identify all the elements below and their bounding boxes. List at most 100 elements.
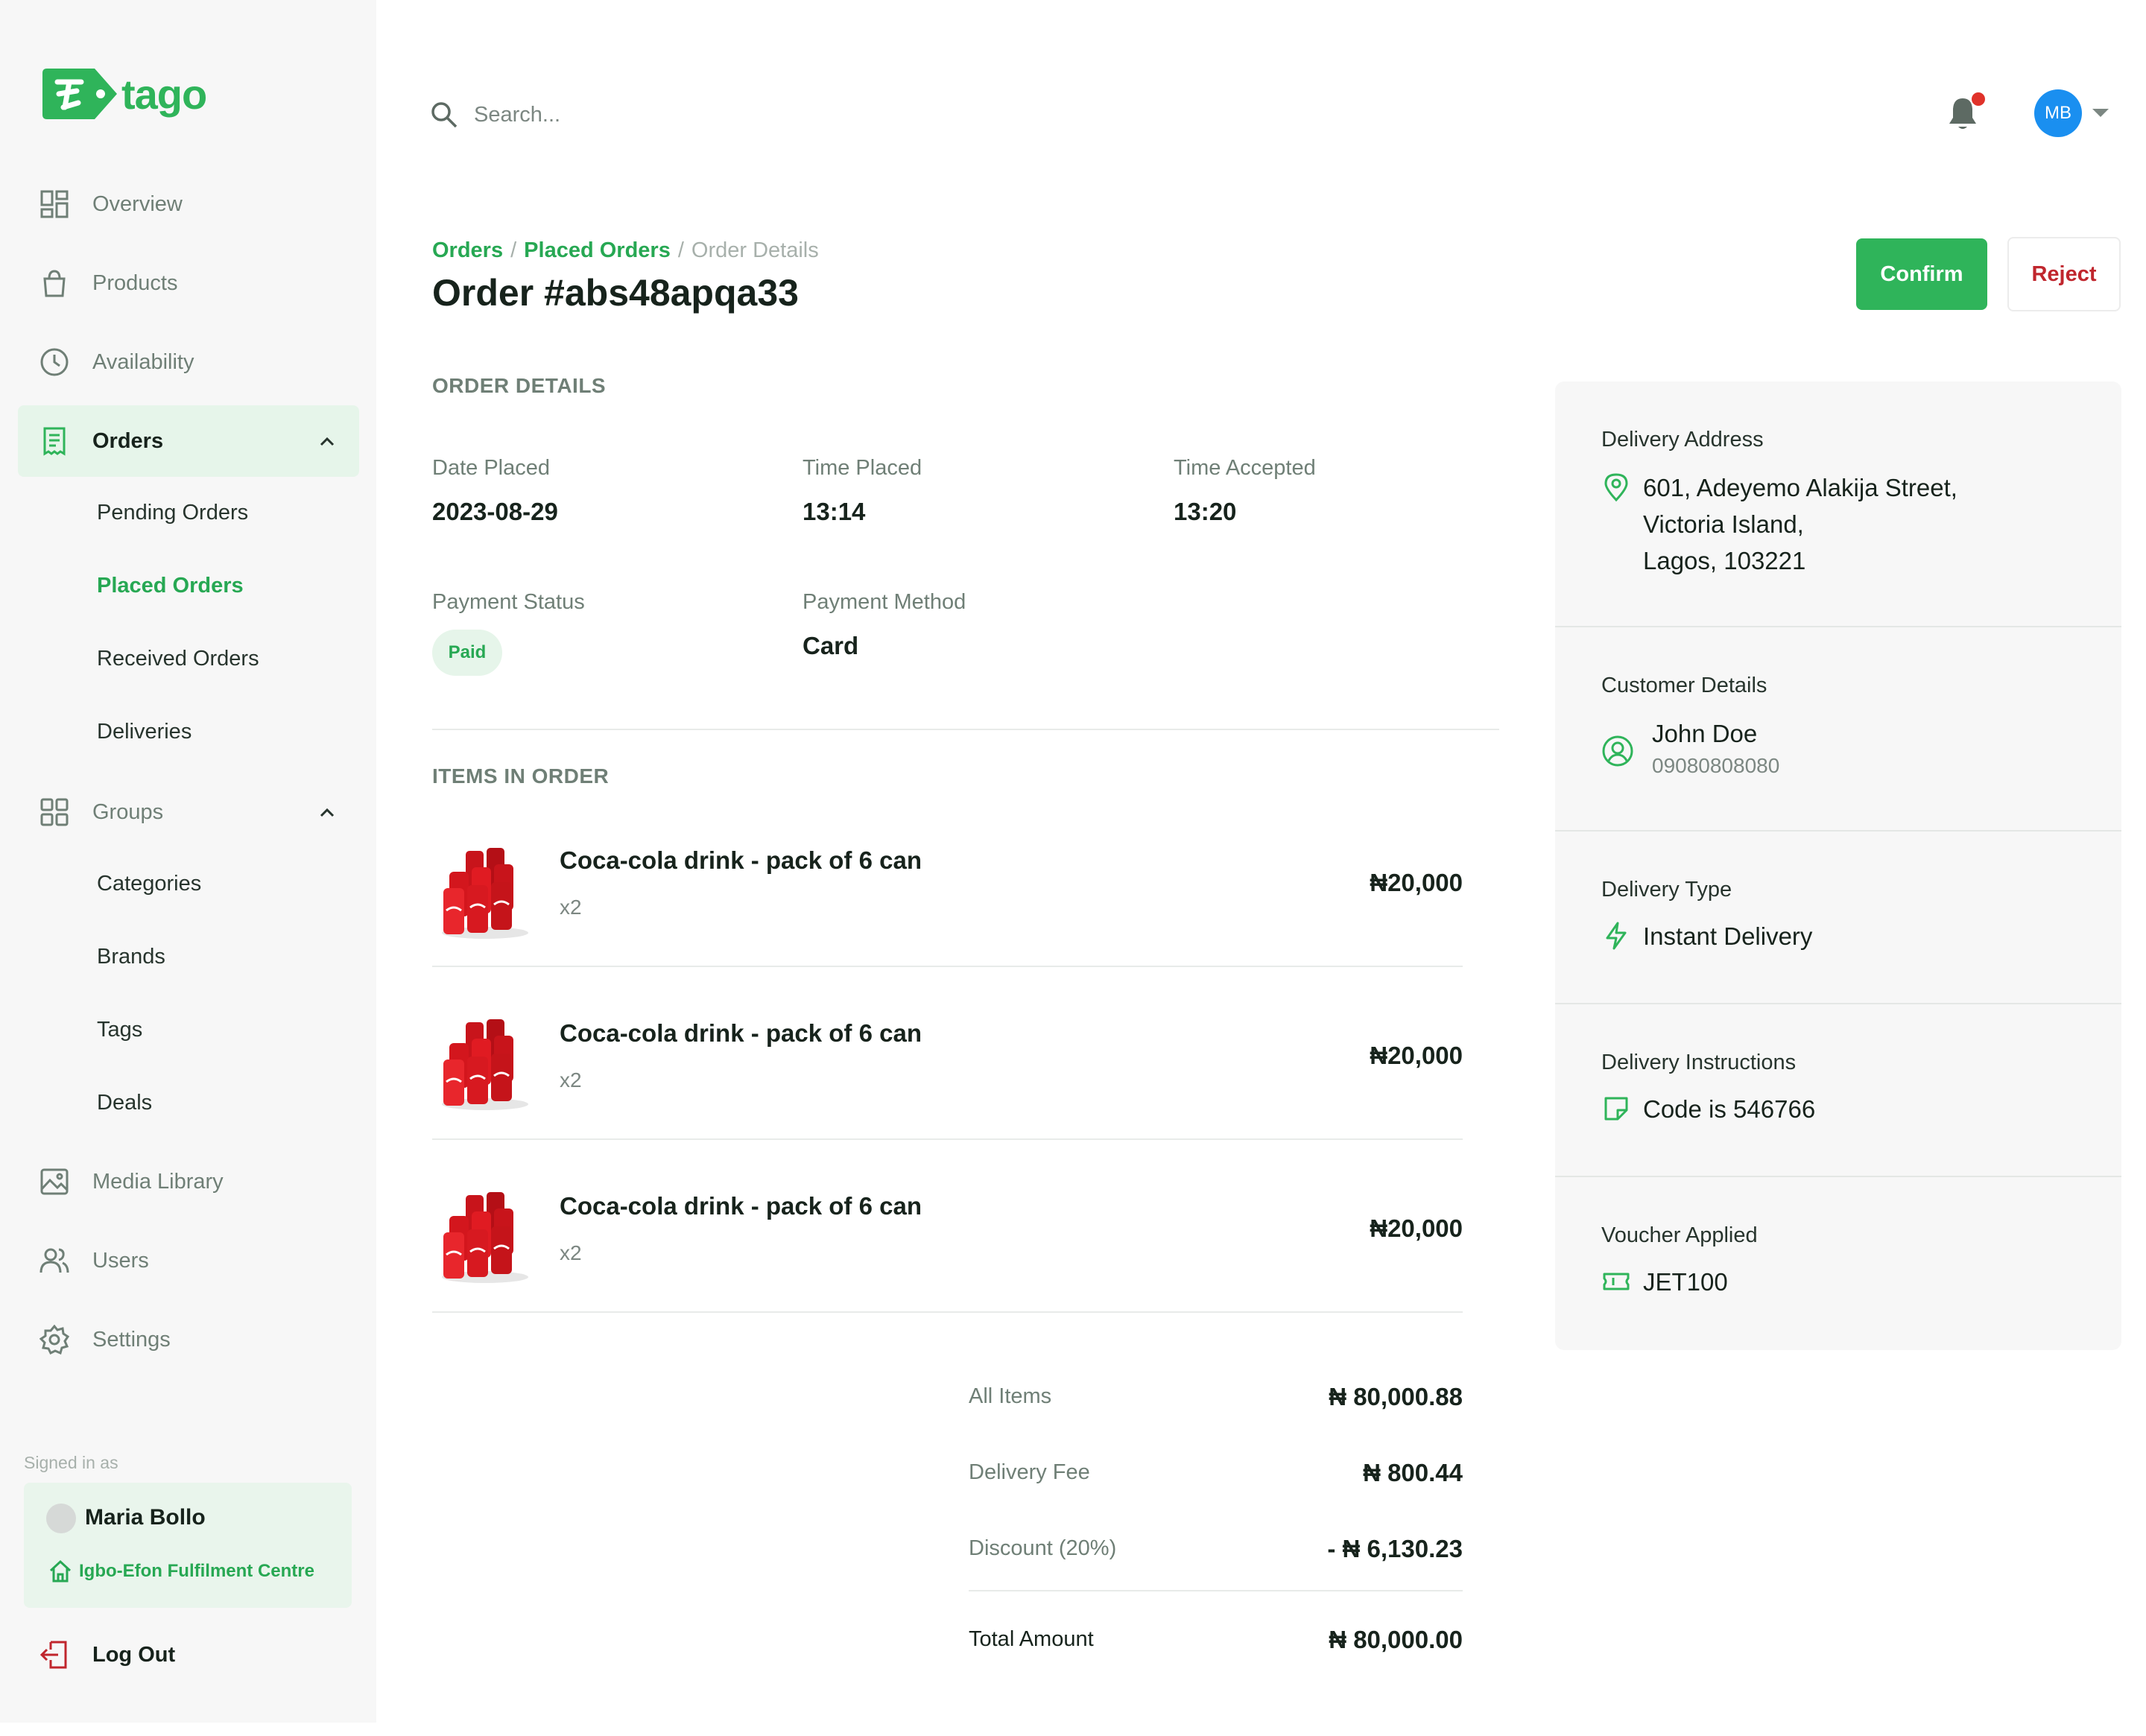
breadcrumb-current: Order Details [691, 238, 819, 262]
item-quantity: x2 [560, 896, 582, 919]
payment-status-label: Payment Status [432, 590, 585, 614]
delivery-address-line1: 601, Adeyemo Alakija Street, [1643, 474, 1957, 501]
breadcrumb: Orders / Placed Orders / Order Details [432, 238, 819, 263]
product-image [442, 1192, 528, 1283]
total-amount-label: Total Amount [969, 1627, 1094, 1651]
delivery-address-line3: Lagos, 103221 [1643, 547, 1806, 574]
sidebar-item-label: Users [92, 1248, 149, 1273]
payment-method-value: Card [803, 632, 859, 659]
sidebar-subitem-deliveries[interactable]: Deliveries [97, 720, 192, 744]
sidebar-item-availability[interactable]: Availability [18, 326, 359, 398]
search-icon[interactable] [429, 100, 459, 130]
breadcrumb-separator: / [510, 238, 517, 262]
sidebar-item-label: Orders [92, 428, 164, 453]
items-heading: ITEMS IN ORDER [432, 764, 610, 788]
delivery-address-label: Delivery Address [1601, 428, 1764, 452]
receipt-icon [39, 425, 70, 457]
breadcrumb-placed-orders[interactable]: Placed Orders [524, 238, 671, 263]
sidebar-item-media-library[interactable]: Media Library [18, 1146, 359, 1217]
sidebar-item-products[interactable]: Products [18, 247, 359, 319]
delivery-address-line2: Victoria Island, [1643, 510, 1804, 538]
sidebar-subitem-received-orders[interactable]: Received Orders [97, 647, 259, 671]
product-image [442, 1019, 528, 1110]
section-divider [432, 729, 1499, 730]
time-placed-value: 13:14 [803, 498, 866, 525]
sidebar-subitem-categories[interactable]: Categories [97, 872, 201, 896]
date-placed-value: 2023-08-29 [432, 498, 558, 525]
note-icon [1604, 1097, 1628, 1121]
row-divider [432, 1311, 1463, 1313]
row-divider [432, 966, 1463, 967]
brand-logo[interactable]: tago [42, 69, 207, 119]
shopping-bag-icon [39, 267, 70, 299]
date-placed-label: Date Placed [432, 456, 550, 480]
image-icon [39, 1166, 70, 1197]
location-pin-icon [1604, 473, 1628, 502]
status-badge: Paid [432, 630, 502, 676]
user-name: Maria Bollo [85, 1505, 206, 1530]
totals-divider [969, 1590, 1463, 1591]
logout-icon [39, 1641, 67, 1669]
fulfilment-centre-name: Igbo-Efon Fulfilment Centre [79, 1561, 314, 1581]
confirm-button[interactable]: Confirm [1856, 238, 1987, 310]
row-divider [432, 1138, 1463, 1140]
tago-logo-icon [42, 69, 117, 119]
voucher-applied-label: Voucher Applied [1601, 1223, 1758, 1247]
customer-name: John Doe [1652, 720, 1758, 747]
item-name: Coca-cola drink - pack of 6 can [560, 1192, 922, 1220]
chevron-up-icon[interactable] [317, 432, 337, 452]
sidebar-subitem-brands[interactable]: Brands [97, 945, 165, 969]
payment-method-label: Payment Method [803, 590, 966, 614]
page-title: Order #abs48apqa33 [432, 272, 799, 314]
avatar [46, 1504, 76, 1533]
delivery-instructions-value: Code is 546766 [1643, 1095, 1816, 1123]
delivery-instructions-label: Delivery Instructions [1601, 1051, 1797, 1074]
sidebar-item-orders[interactable]: Orders [18, 405, 359, 477]
sidebar-subitem-placed-orders[interactable]: Placed Orders [97, 574, 244, 598]
sidebar-item-groups[interactable]: Groups [18, 776, 359, 848]
time-accepted-value: 13:20 [1174, 498, 1237, 525]
sidebar-item-label: Settings [92, 1327, 171, 1352]
sidebar-item-settings[interactable]: Settings [18, 1304, 359, 1375]
item-name: Coca-cola drink - pack of 6 can [560, 846, 922, 874]
delivery-type-value: Instant Delivery [1643, 922, 1813, 950]
logout-button[interactable]: Log Out [39, 1639, 175, 1670]
user-circle-icon [1602, 735, 1633, 767]
dashboard-icon [39, 189, 70, 220]
fulfilment-centre: Igbo-Efon Fulfilment Centre [48, 1559, 314, 1584]
voucher-code: JET100 [1643, 1268, 1728, 1296]
customer-details-label: Customer Details [1601, 674, 1767, 697]
panel-divider [1555, 830, 2121, 831]
user-card: Maria Bollo Igbo-Efon Fulfilment Centre [24, 1483, 352, 1608]
time-accepted-label: Time Accepted [1174, 456, 1316, 480]
sidebar-item-label: Availability [92, 349, 194, 374]
sidebar-item-label: Overview [92, 191, 183, 216]
caret-down-icon[interactable] [2092, 109, 2109, 117]
reject-button[interactable]: Reject [2007, 237, 2121, 311]
sidebar-subitem-deals[interactable]: Deals [97, 1091, 152, 1115]
signed-in-label: Signed in as [24, 1453, 118, 1472]
user-avatar-button[interactable]: MB [2034, 89, 2082, 137]
panel-divider [1555, 626, 2121, 627]
item-price: ₦20,000 [1370, 869, 1463, 896]
app-root: tago Overview Products Availability Orde… [0, 0, 2146, 1736]
item-quantity: x2 [560, 1241, 582, 1264]
all-items-value: ₦ 80,000.88 [1329, 1383, 1463, 1410]
clock-icon [39, 346, 70, 378]
discount-label: Discount (20%) [969, 1536, 1117, 1560]
sidebar-item-overview[interactable]: Overview [18, 168, 359, 240]
grid-icon [39, 796, 70, 828]
breadcrumb-separator: / [677, 238, 684, 262]
sidebar-item-users[interactable]: Users [18, 1225, 359, 1296]
search-input[interactable] [474, 102, 846, 127]
breadcrumb-orders[interactable]: Orders [432, 238, 503, 263]
chevron-up-icon[interactable] [317, 803, 337, 823]
sidebar-subitem-pending-orders[interactable]: Pending Orders [97, 501, 248, 525]
users-icon [39, 1245, 70, 1276]
panel-divider [1555, 1176, 2121, 1177]
search-bar [429, 100, 846, 130]
delivery-type-label: Delivery Type [1601, 878, 1732, 902]
notification-badge [1972, 92, 1985, 106]
sidebar-subitem-tags[interactable]: Tags [97, 1018, 142, 1042]
sidebar: tago Overview Products Availability Orde… [0, 0, 376, 1723]
